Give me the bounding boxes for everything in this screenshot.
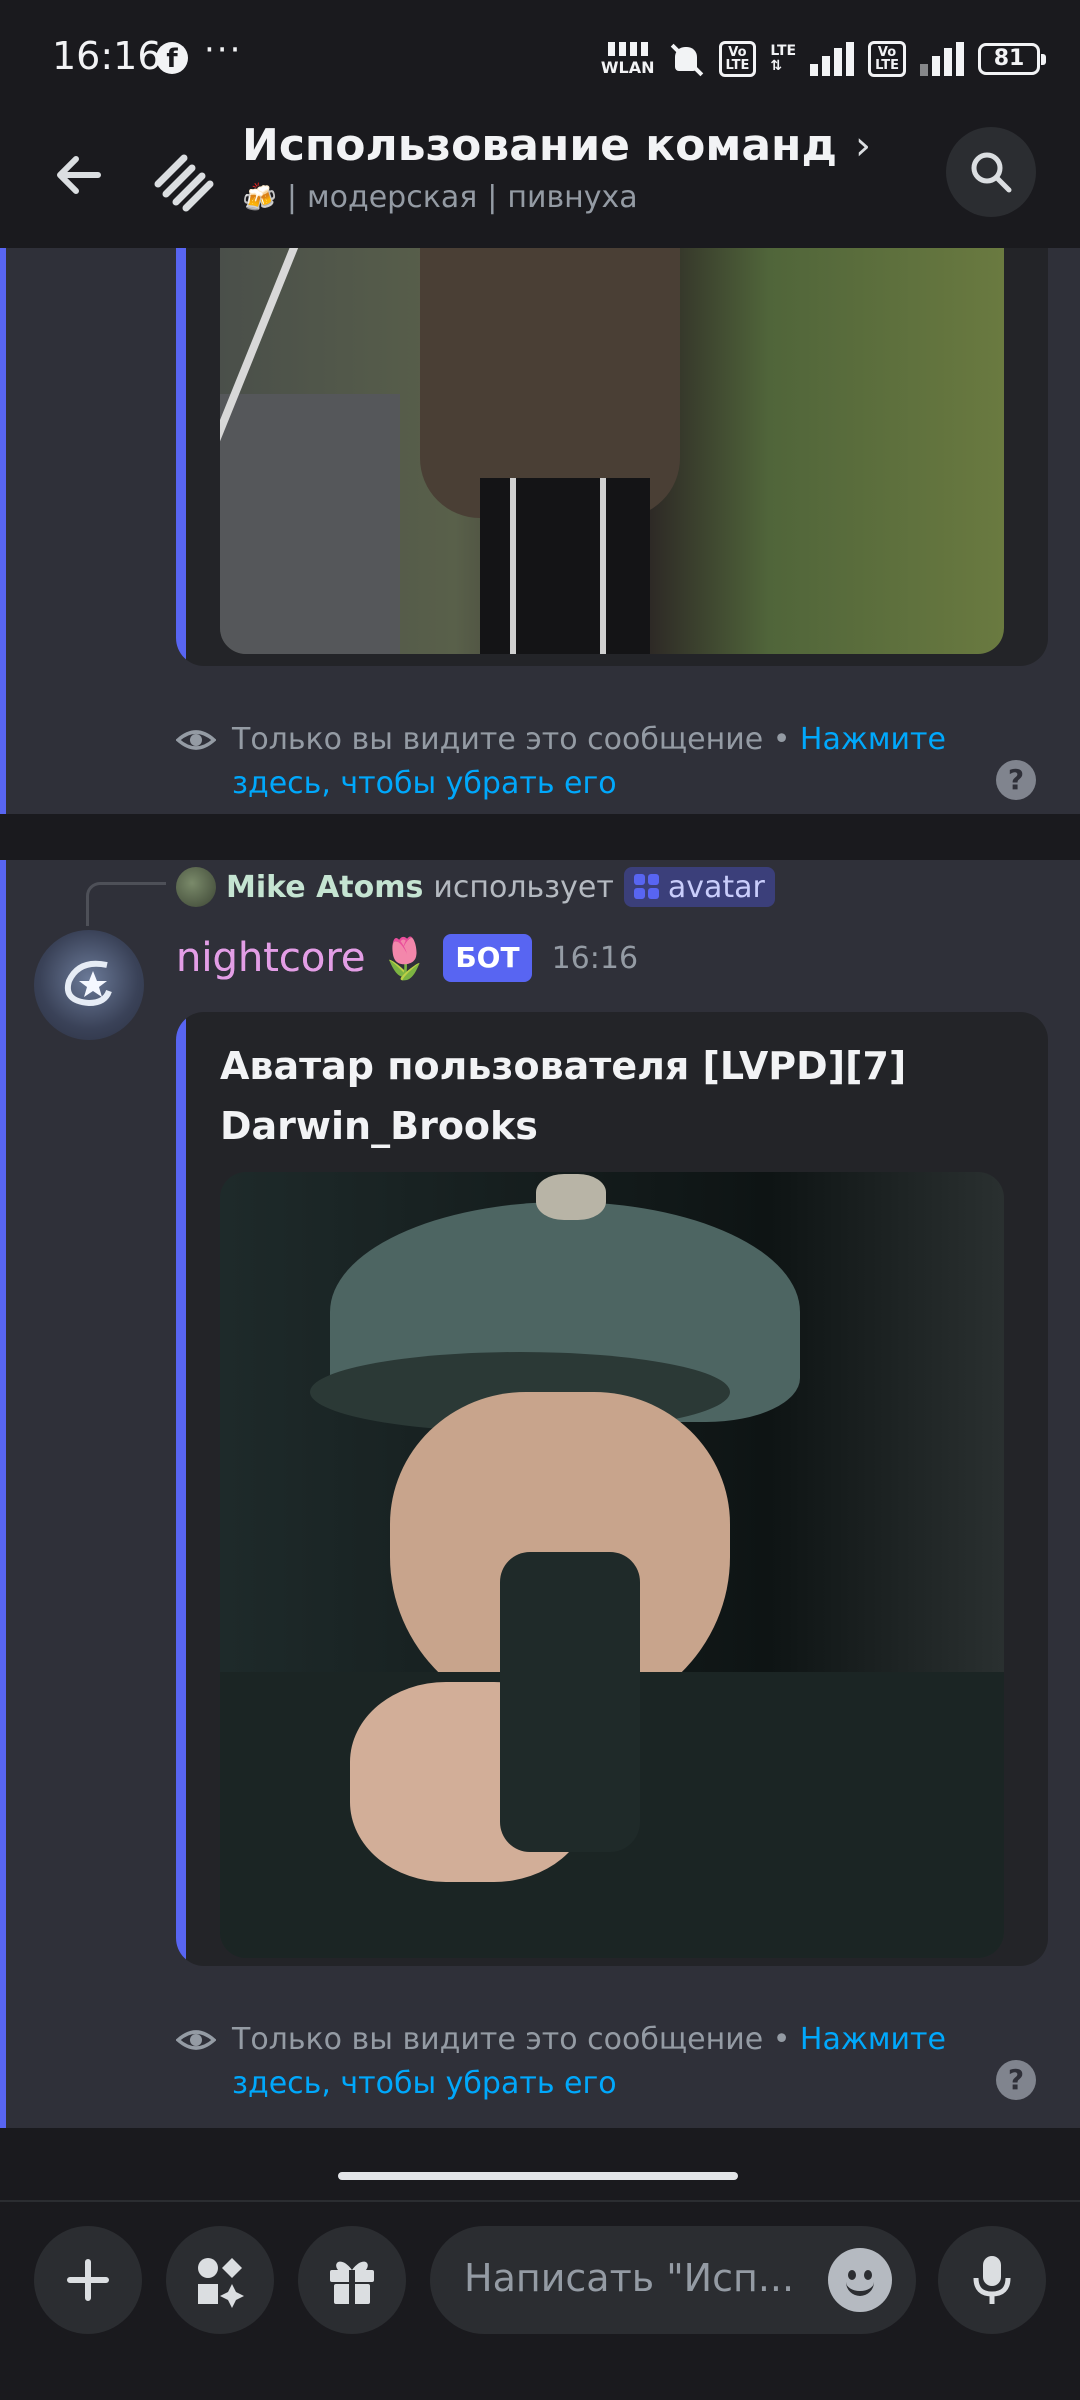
reply-username[interactable]: Mike Atoms: [226, 870, 423, 905]
status-icons: WLAN Vo LTE LTE ⇅ Vo LTE 81: [601, 34, 1046, 84]
add-attachment-button[interactable]: [34, 2226, 142, 2334]
subtitle-part-2: пивнуха: [507, 180, 638, 215]
avatar[interactable]: [176, 867, 216, 907]
bot-tag: БОТ: [443, 934, 532, 982]
embed-image[interactable]: [220, 248, 1004, 654]
signal-icon: [810, 42, 855, 76]
help-icon[interactable]: ?: [996, 760, 1036, 800]
mention-highlight-bar: [0, 860, 6, 2128]
wifi-icon: WLAN: [601, 42, 655, 76]
gift-button[interactable]: [298, 2226, 406, 2334]
arrow-left-icon: [57, 156, 101, 194]
beer-emoji: 🍻: [242, 181, 277, 214]
back-button[interactable]: [44, 140, 114, 210]
eye-icon: [176, 730, 216, 750]
embed-accent-bar: [176, 1012, 186, 1966]
bot-logo-icon: [65, 960, 112, 1007]
rose-emoji: 🌷: [379, 935, 430, 982]
plus-icon: [67, 2259, 109, 2301]
message-input[interactable]: Написать "Исп...: [430, 2226, 916, 2334]
signal-icon-2: [920, 42, 964, 76]
command-chip[interactable]: avatar: [623, 867, 775, 907]
command-name: avatar: [667, 869, 765, 905]
channel-subtitle: 🍻 | модерская | пивнуха: [242, 180, 638, 215]
lte-icon: LTE ⇅: [770, 43, 797, 74]
channel-header: Использование команд › 🍻 | модерская | п…: [0, 118, 1080, 248]
embed-accent-bar: [176, 248, 186, 666]
reply-connector: [86, 882, 166, 926]
volte-icon: Vo LTE: [718, 41, 757, 77]
channel-title[interactable]: Использование команд: [242, 120, 837, 171]
facebook-icon: f: [156, 42, 188, 74]
help-icon[interactable]: ?: [996, 2060, 1036, 2100]
microphone-icon: [973, 2256, 1011, 2304]
embed: [176, 248, 1048, 666]
voice-message-button[interactable]: [938, 2226, 1046, 2334]
message-header: nightcore 🌷 БОТ 16:16: [176, 934, 638, 982]
more-notifications-icon: ···: [204, 30, 243, 70]
search-icon: [971, 152, 1012, 193]
author-name[interactable]: nightcore: [176, 935, 366, 981]
apps-icon: [633, 874, 660, 900]
subtitle-part-1: модерская: [306, 180, 478, 215]
apps-button[interactable]: [166, 2226, 274, 2334]
message-item: Только вы видите это сообщение • Нажмите…: [0, 248, 1080, 814]
mute-icon: [669, 41, 705, 77]
lte-label: LTE: [770, 43, 797, 59]
search-button[interactable]: [946, 127, 1036, 217]
emoji-icon[interactable]: [828, 2248, 892, 2312]
chevron-right-icon: ›: [855, 122, 871, 169]
embed-image[interactable]: [220, 1172, 1004, 1958]
gift-icon: [330, 2261, 374, 2304]
thread-icon: [150, 144, 220, 214]
ephemeral-text: Только вы видите это сообщение •: [232, 722, 800, 757]
channel-title-row[interactable]: Использование команд ›: [242, 120, 871, 171]
wlan-label: WLAN: [600, 58, 655, 77]
battery-icon: 81: [978, 43, 1046, 75]
avatar[interactable]: [34, 930, 144, 1040]
status-bar: 16:16 f ··· WLAN Vo LTE LTE ⇅ Vo LTE 81: [0, 0, 1080, 118]
mention-highlight-bar: [0, 248, 6, 814]
reply-verb: использует: [433, 869, 614, 905]
message-composer: Написать "Исп...: [0, 2200, 1080, 2400]
ephemeral-text: Только вы видите это сообщение •: [232, 2022, 800, 2057]
eye-icon: [176, 2030, 216, 2050]
embed: Аватар пользователя [LVPD][7] Darwin_Bro…: [176, 1012, 1048, 1966]
embed-title: Аватар пользователя [LVPD][7] Darwin_Bro…: [220, 1044, 907, 1148]
volte-icon-2: Vo LTE: [868, 41, 906, 77]
message-list[interactable]: Только вы видите это сообщение • Нажмите…: [0, 248, 1080, 2200]
home-indicator[interactable]: [338, 2172, 738, 2180]
apps-icon: [198, 2258, 244, 2308]
command-reply-header[interactable]: Mike Atoms использует avatar: [176, 864, 775, 910]
status-time: 16:16: [52, 34, 162, 78]
timestamp: 16:16: [551, 940, 639, 976]
message-input-placeholder: Написать "Исп...: [464, 2256, 795, 2300]
